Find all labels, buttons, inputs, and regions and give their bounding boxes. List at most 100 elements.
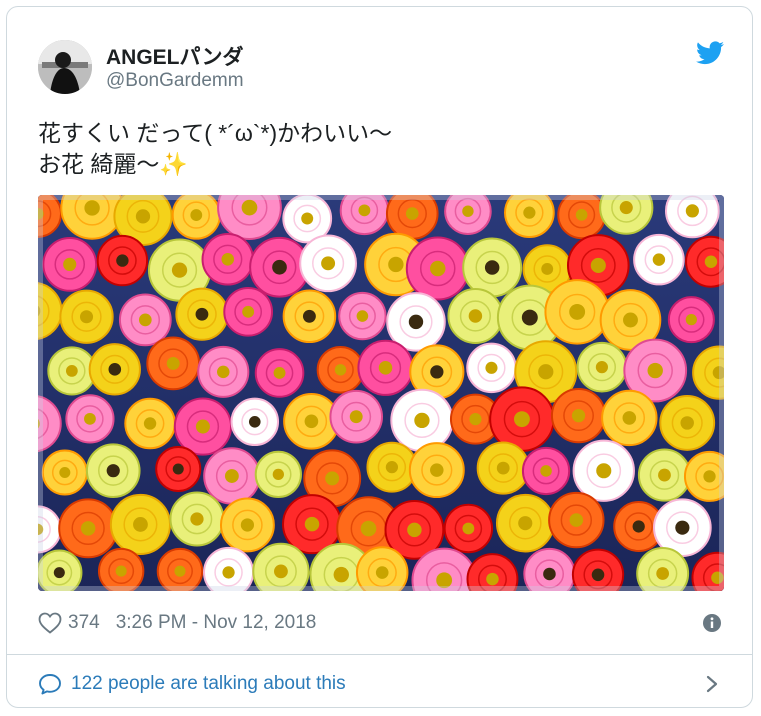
flower-center [375,566,389,579]
flower-center [304,516,320,532]
flower-center [79,310,94,324]
flower-center [658,468,671,482]
heart-icon[interactable] [38,612,62,634]
flower-center [171,262,188,278]
flower-center [575,208,588,221]
tweet-text-line-2: お花 綺麗〜✨ [38,151,189,177]
conversation-link[interactable]: 122 people are talking about this [38,670,346,698]
flower-center [378,361,393,375]
flower-center [240,518,255,532]
flower-center [106,464,120,478]
info-icon[interactable] [702,613,722,633]
flower-center [356,310,369,322]
flower-center [485,361,498,374]
flower-center [115,565,127,577]
flower-center [430,260,446,277]
twitter-bird-icon[interactable] [696,41,724,65]
embedded-tweet-card: ANGELパンダ @BonGardemm 花すくい だって( *´ω`*)かわい… [6,6,753,708]
flower-center [647,362,663,379]
flower-center [543,567,556,581]
chevron-right-icon[interactable] [704,674,720,694]
flower-center [304,414,319,429]
display-name[interactable]: ANGELパンダ [106,41,244,71]
flower-center [248,415,261,428]
tweet-text-line-1: 花すくい だって( *´ω`*)かわいい〜 [38,120,393,146]
flower-center [224,469,239,483]
flower-center [325,471,340,486]
tweet-timestamp[interactable]: 3:26 PM - Nov 12, 2018 [116,612,317,634]
flower-center [195,419,210,434]
flower-center [242,305,255,318]
flower-center [405,207,419,220]
flower-center [302,309,316,323]
flower-center [521,309,538,326]
flower-center [619,201,633,215]
flower-center [358,204,371,217]
flower-center [135,209,151,224]
flower-center [523,206,536,219]
flower-center [301,212,314,225]
flower-center [703,470,716,483]
flower-center [569,303,586,320]
flower-center [596,463,612,479]
flower-center [632,520,645,533]
flower-center [591,568,605,582]
flower-center [84,412,96,425]
flower-center [462,522,475,535]
flower-center [538,364,554,380]
flower-center [216,365,230,379]
flower-center [63,257,77,272]
flower-center [143,417,157,430]
like-count[interactable]: 374 [68,612,100,634]
avatar[interactable] [38,40,92,94]
flower-center [469,413,482,426]
flower-center [414,412,430,429]
flower-center [388,256,404,273]
flower-center [571,408,586,423]
flower-center [274,564,288,579]
flower-center [462,205,474,217]
flower-center [430,463,444,477]
flower-center [685,314,697,326]
flower-center [569,513,584,527]
flower-center [652,253,666,266]
flowers-image [38,195,724,591]
flower-center [133,517,148,532]
flower-center [59,466,71,479]
divider [7,654,752,655]
flower-center [84,200,100,216]
flower-center [108,363,122,376]
flower-center [195,307,209,321]
flower-center [65,365,78,377]
flower-center [333,566,349,583]
tweet-text: 花すくい だって( *´ω`*)かわいい〜 お花 綺麗〜✨ [38,118,392,180]
flower-center [430,365,444,379]
flower-center [272,468,284,481]
speech-bubble-icon [39,674,61,695]
flower-center [540,465,552,477]
flower-center [518,516,533,531]
flower-center [496,461,510,475]
flower-center [436,572,453,589]
flower-center [360,520,377,537]
flower-center [166,356,180,370]
flower-center [685,204,699,218]
conversation-label[interactable]: 122 people are talking about this [71,673,346,695]
flower-center [407,522,422,538]
flower-center [172,463,184,475]
flower-center [273,367,286,379]
flower-center [590,257,606,274]
flower-center [680,416,694,430]
tweet-photo[interactable] [38,195,724,591]
flower-center [174,565,186,577]
flower-center [623,312,638,328]
flower-center [321,256,336,271]
flower-center [53,567,65,579]
user-handle[interactable]: @BonGardemm [106,70,244,92]
flower-center [622,411,637,425]
flower-center [221,252,235,266]
flower-center [116,254,129,267]
flower-center [241,199,258,216]
flower-center [513,411,530,428]
tweet-meta: 374 3:26 PM - Nov 12, 2018 [38,610,316,636]
